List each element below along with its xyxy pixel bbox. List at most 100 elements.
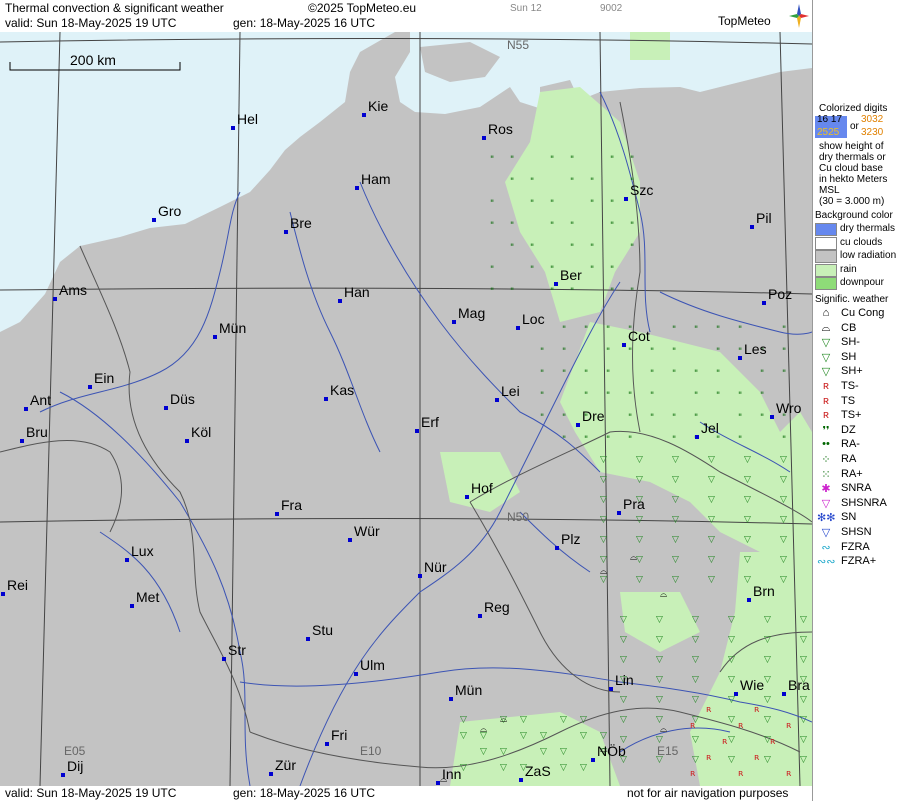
- drizzle-icon: ": [672, 325, 676, 335]
- city-dot-icon: [478, 614, 482, 618]
- drizzle-icon: ": [590, 243, 594, 253]
- shower-icon: ▽: [692, 695, 699, 705]
- city-name: Ulm: [360, 657, 385, 673]
- city-dot-icon: [695, 435, 699, 439]
- drizzle-icon: ": [628, 413, 632, 423]
- city-name: Pra: [623, 496, 645, 512]
- city-dot-icon: [61, 773, 65, 777]
- legend-weather-label: FZRA+: [841, 555, 877, 568]
- city-dot-icon: [164, 406, 168, 410]
- copyright: ©2025 TopMeteo.eu: [308, 1, 417, 15]
- shower-icon: ▽: [600, 455, 607, 465]
- drizzle-icon: ": [630, 287, 634, 297]
- shower-icon: ▽: [728, 675, 735, 685]
- drizzle-icon: ": [610, 221, 614, 231]
- shower-icon: ▽: [620, 715, 627, 725]
- shower-icon: ▽: [780, 575, 787, 585]
- drizzle-icon: ": [562, 325, 566, 335]
- city-name: Hel: [237, 111, 259, 127]
- shower-icon: ▽: [744, 475, 751, 485]
- drizzle-icon: ": [590, 265, 594, 275]
- city-name: Hof: [471, 480, 493, 496]
- shower-icon: ▽: [708, 535, 715, 545]
- thunderstorm-icon: ʀ: [722, 737, 728, 747]
- drizzle-icon: ": [716, 369, 720, 379]
- shower-icon: ▽: [636, 535, 643, 545]
- drizzle-icon: ": [490, 155, 494, 165]
- city-name: Kas: [330, 382, 355, 398]
- shower-icon: ▽: [580, 731, 587, 741]
- legend-weather-label: TS: [841, 394, 856, 407]
- drizzle-icon: ": [584, 369, 588, 379]
- shower-icon: ▽: [600, 731, 607, 741]
- thunderstorm-icon: ʀ: [706, 753, 712, 763]
- drizzle-icon: ": [738, 391, 742, 401]
- legend-weather-label: SN: [841, 511, 857, 524]
- shower-icon: ▽: [620, 655, 627, 665]
- thunderstorm-icon: ʀ: [754, 705, 760, 715]
- city-dot-icon: [275, 512, 279, 516]
- city-dot-icon: [213, 335, 217, 339]
- city-dot-icon: [449, 697, 453, 701]
- drizzle-icon: ": [550, 221, 554, 231]
- city-name: Ein: [94, 370, 115, 386]
- city-dot-icon: [762, 301, 766, 305]
- city-name: Poz: [768, 286, 793, 302]
- city-dot-icon: [482, 136, 486, 140]
- shower-icon: ▽: [780, 495, 787, 505]
- drizzle-icon: ": [672, 435, 676, 445]
- drizzle-icon: ": [782, 325, 786, 335]
- city-name: Mün: [219, 320, 247, 336]
- city-dot-icon: [747, 598, 751, 602]
- legend-bg-row: rain: [815, 263, 903, 277]
- drizzle-icon: ": [550, 199, 554, 209]
- legend-weather-label: SH: [841, 350, 857, 363]
- shower-icon: ▽: [560, 763, 567, 773]
- city-dot-icon: [750, 225, 754, 229]
- shower-icon: ▽: [692, 655, 699, 665]
- drizzle-icon: ": [672, 413, 676, 423]
- city-name: Mün: [455, 682, 483, 698]
- city-name: Wie: [740, 677, 765, 693]
- drizzle-icon: ": [760, 413, 764, 423]
- legend-weather-row: ▽ SH: [817, 351, 903, 365]
- city-dot-icon: [624, 197, 628, 201]
- city-dot-icon: [20, 439, 24, 443]
- drizzle-icon: ": [610, 199, 614, 209]
- shower-icon: ▽: [672, 455, 679, 465]
- legend-weather-label: RA+: [841, 467, 863, 480]
- city-dot-icon: [782, 692, 786, 696]
- shower-icon: ▽: [780, 455, 787, 465]
- city-dot-icon: [306, 637, 310, 641]
- city-name: Ams: [59, 282, 87, 298]
- drizzle-icon: ": [650, 347, 654, 357]
- city-name: Ber: [560, 267, 582, 283]
- weather-map[interactable]: " " " " " " " " " " " " " " " " " " " " " " " " " " " " " " " " " " " " " " " "…: [0, 32, 812, 786]
- rain-heavy-icon: ⁙: [821, 468, 831, 481]
- shower-icon: ▽: [780, 535, 787, 545]
- legend-weather-row: ▽ SHSN: [817, 526, 903, 540]
- city-name: Jel: [701, 420, 719, 436]
- digits-title: Colorized digits: [819, 103, 888, 114]
- drizzle-icon: ": [782, 369, 786, 379]
- city-name: Reg: [484, 599, 510, 615]
- drizzle-icon: ": [584, 435, 588, 445]
- shower-icon: ▽: [800, 695, 807, 705]
- shower-icon: ▽: [636, 475, 643, 485]
- city-dot-icon: [415, 429, 419, 433]
- shower-icon: ▽: [656, 675, 663, 685]
- shower-icon: ▽: [728, 695, 735, 705]
- city-dot-icon: [185, 439, 189, 443]
- city-name: Ant: [30, 392, 52, 408]
- shower-icon: ▽: [580, 763, 587, 773]
- shower-light-icon: ▽: [821, 337, 831, 350]
- city-name: Lux: [131, 543, 154, 559]
- city-name: Dij: [67, 758, 84, 774]
- legend-weather-label: RA: [841, 453, 857, 465]
- shower-icon: ▽: [708, 515, 715, 525]
- shower-icon: ▽: [656, 615, 663, 625]
- city-name: Lei: [501, 383, 520, 399]
- grid-label-e15: E15: [657, 744, 679, 758]
- legend-weather-row: ʀ TS+: [817, 409, 903, 423]
- city-dot-icon: [325, 742, 329, 746]
